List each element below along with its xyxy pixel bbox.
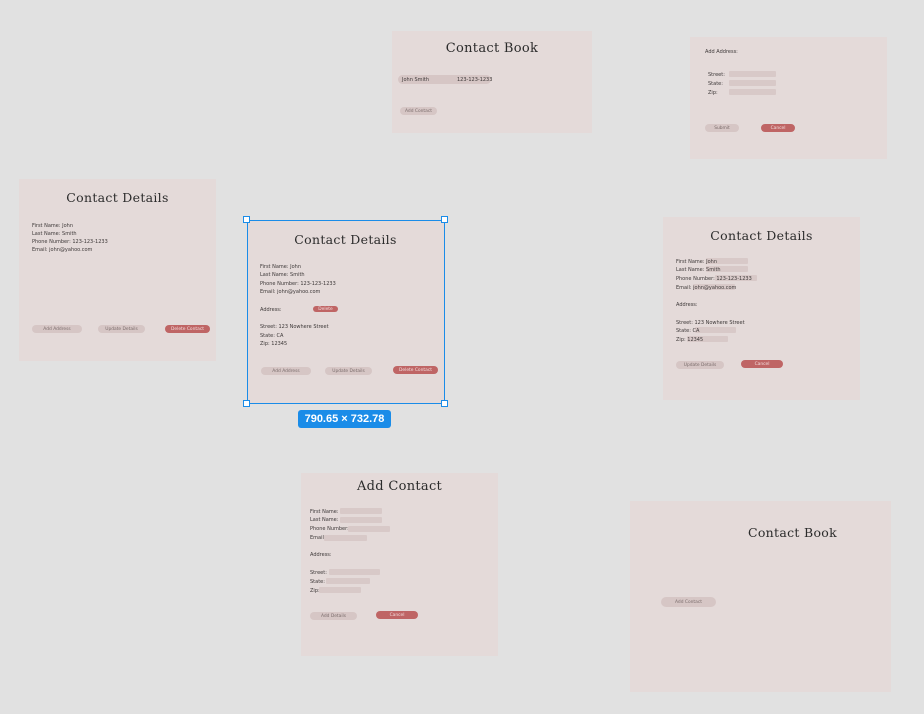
last-name-label: Last Name:	[310, 517, 339, 523]
first-name-input[interactable]	[340, 508, 382, 514]
state-input[interactable]	[695, 327, 736, 333]
email-text: Email: john@yahoo.com	[32, 247, 93, 253]
resize-handle-top-right[interactable]	[441, 216, 448, 223]
street-label: Street:	[310, 570, 327, 576]
contact-row-name: John Smith	[402, 77, 430, 83]
zip-text: Zip: 12345	[676, 337, 704, 343]
email-text: Email: john@yahoo.com	[676, 285, 737, 291]
selection-border	[247, 220, 445, 404]
state-label: State:	[310, 579, 325, 585]
first-name-text: First Name: John	[32, 223, 74, 229]
email-input[interactable]	[324, 535, 367, 541]
frame-contact-book-list[interactable]: Contact Book John Smith 123-123-1233 Add…	[392, 31, 592, 133]
resize-handle-bottom-right[interactable]	[441, 400, 448, 407]
frame-title: Add Contact	[356, 479, 443, 494]
resize-handle-top-left[interactable]	[243, 216, 250, 223]
phone-text: Phone Number: 123-123-1233	[32, 239, 108, 245]
submit-button[interactable]: Submit	[705, 124, 739, 132]
dimensions-badge: 790.65 × 732.78	[298, 410, 391, 428]
cancel-button[interactable]: Cancel	[741, 360, 783, 368]
phone-input[interactable]	[348, 526, 390, 532]
update-details-button[interactable]: Update Details	[98, 325, 145, 333]
address-label: Address:	[676, 302, 698, 308]
frame-contact-details-basic[interactable]: Contact Details First Name: John Last Na…	[19, 179, 216, 361]
delete-contact-button[interactable]: Delete Contact	[165, 325, 210, 333]
add-details-button[interactable]: Add Details	[310, 612, 357, 620]
last-name-text: Last Name: Smith	[676, 267, 721, 273]
add-address-header: Add Address:	[705, 49, 738, 55]
address-label: Address:	[310, 552, 332, 558]
frame-title: Contact Details	[66, 190, 169, 205]
phone-label: Phone Number:	[310, 526, 349, 532]
frame-contact-book-empty[interactable]: Contact Book Add Contact	[630, 501, 891, 692]
zip-label: Zip:	[708, 90, 718, 96]
frame-add-address[interactable]: Add Address: Street: State: Zip: Submit …	[690, 37, 887, 159]
street-label: Street:	[708, 72, 725, 78]
add-contact-button[interactable]: Add Contact	[661, 597, 716, 607]
zip-input[interactable]	[319, 587, 361, 593]
street-input[interactable]	[329, 569, 380, 575]
first-name-text: First Name: John	[676, 259, 718, 265]
add-address-button[interactable]: Add Address	[32, 325, 82, 333]
state-input[interactable]	[326, 578, 370, 584]
frame-title: Contact Book	[445, 41, 539, 56]
add-contact-button[interactable]: Add Contact	[400, 107, 437, 115]
zip-input[interactable]	[729, 89, 776, 95]
frame-title: Contact Book	[747, 525, 838, 540]
frame-contact-details-edit[interactable]: Contact Details First Name: John Last Na…	[663, 217, 860, 400]
last-name-text: Last Name: Smith	[32, 231, 77, 237]
last-name-input[interactable]	[340, 517, 382, 523]
first-name-label: First Name:	[310, 509, 339, 515]
cancel-button[interactable]: Cancel	[761, 124, 795, 132]
state-label: State:	[708, 81, 723, 87]
frame-add-contact[interactable]: Add Contact First Name: Last Name: Phone…	[301, 473, 498, 656]
cancel-button[interactable]: Cancel	[376, 611, 418, 619]
street-input[interactable]	[729, 71, 776, 77]
state-text: State: CA	[676, 328, 700, 334]
frame-title: Contact Details	[710, 228, 813, 243]
resize-handle-bottom-left[interactable]	[243, 400, 250, 407]
update-details-button[interactable]: Update Details	[676, 361, 724, 369]
state-input[interactable]	[729, 80, 776, 86]
street-text: Street: 123 Nowhere Street	[676, 320, 745, 326]
contact-row-phone: 123-123-1233	[457, 77, 493, 83]
phone-text: Phone Number: 123-123-1233	[676, 276, 752, 282]
